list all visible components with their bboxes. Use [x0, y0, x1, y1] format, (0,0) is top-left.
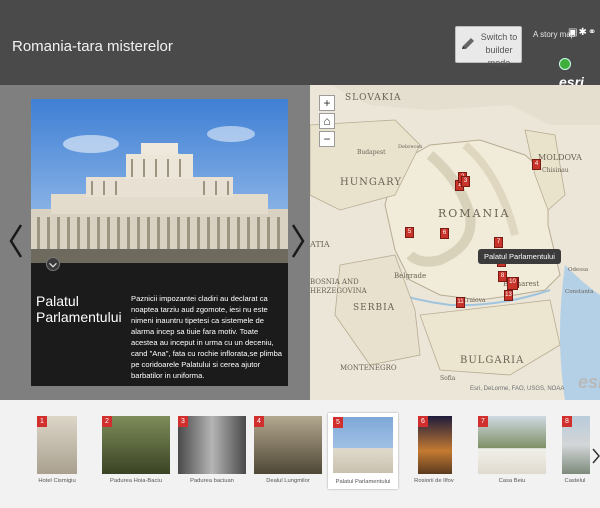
carousel-item[interactable]: 2 Padurea Hoia-Baciu — [100, 416, 172, 486]
thumbnail-image — [178, 416, 246, 474]
map-marker[interactable]: 5 — [405, 227, 414, 238]
item-caption: Padurea Hoia-Baciu — [110, 478, 162, 484]
story-panel: Palatul Parlamentului Paznicii impozante… — [31, 99, 288, 386]
map-label-debrecen: Debrecen — [398, 144, 423, 150]
carousel-next-icon[interactable] — [592, 448, 600, 464]
thumbnail-image — [254, 416, 322, 474]
zoom-out-button[interactable]: − — [319, 131, 335, 147]
thumbnail-image — [478, 416, 546, 474]
esri-map-logo: esri — [578, 372, 600, 392]
item-caption: Casa Beiu — [498, 478, 526, 484]
palace-photo — [31, 99, 288, 263]
map-label-romania: ROMANIA — [438, 207, 511, 220]
map-marker[interactable]: 6 — [440, 228, 449, 239]
carousel-item-active[interactable]: 5 Palatul Parlamentului — [328, 413, 398, 489]
item-number: 2 — [102, 416, 112, 427]
map-marker[interactable]: 3 — [461, 176, 470, 187]
map-label-belgrade: Belgrade — [394, 272, 427, 280]
carousel-item[interactable]: 3 Padurea baciuan — [176, 416, 248, 486]
map-marker[interactable]: 8 — [498, 271, 507, 282]
globe-icon — [559, 57, 571, 70]
map-label-bosnia: BOSNIA AND HERZEGOVINA — [310, 278, 367, 295]
map-marker[interactable]: 4 — [532, 159, 541, 170]
carousel-item[interactable]: 1 Hotel Cismigiu — [33, 416, 81, 486]
app-header: Romania-tara misterelor Switch to builde… — [0, 0, 600, 90]
map-marker-active[interactable]: 10 — [507, 277, 518, 290]
item-caption: Dealul Lungmilor — [266, 478, 310, 484]
map-attribution: Esri, DeLorme, FAO, USGS, NOAA — [470, 386, 565, 392]
link-icon[interactable]: ⚭ — [588, 27, 596, 38]
map-label-slovakia: SLOVAKIA — [345, 93, 402, 103]
map-label-croatia: ATIA — [310, 240, 330, 249]
map-label-hungary: HUNGARY — [340, 177, 402, 188]
item-caption: Hotel Cismigiu — [38, 478, 76, 484]
item-number: 5 — [333, 417, 343, 428]
item-number: 7 — [478, 416, 488, 427]
map-label-montenegro: MONTENEGRO — [340, 364, 397, 372]
main-area: Palatul Parlamentului Paznicii impozante… — [0, 85, 600, 400]
map-label-serbia: SERBIA — [353, 303, 396, 313]
map-marker[interactable]: 7 — [494, 237, 503, 248]
twitter-icon[interactable]: ✱ — [578, 27, 586, 38]
previous-arrow-icon[interactable] — [8, 223, 24, 259]
zoom-in-button[interactable]: + — [319, 95, 335, 111]
map-label-chisinau: Chisinau — [542, 167, 569, 174]
carousel-item[interactable]: 4 Dealul Lungmilor — [252, 416, 324, 486]
thumbnail-image — [102, 416, 170, 474]
map-label-budapest: Budapest — [357, 149, 386, 156]
map-label-constanta: Constanta — [565, 289, 594, 295]
map-label-odessa: Odessa — [568, 267, 589, 273]
map-label-moldova: MOLDOVA — [538, 153, 582, 162]
item-number: 3 — [178, 416, 188, 427]
panel-title: Palatul Parlamentului — [36, 293, 122, 325]
carousel-item[interactable]: 8 Castelul — [560, 416, 590, 486]
item-number: 6 — [418, 416, 428, 427]
story-carousel: 1 Hotel Cismigiu 2 Padurea Hoia-Baciu 3 … — [0, 400, 600, 508]
carousel-item[interactable]: 7 Casa Beiu — [476, 416, 548, 486]
chevron-down-icon — [49, 262, 57, 268]
map-tooltip: Palatul Parlamentului — [478, 249, 561, 264]
item-caption: Castelul — [564, 478, 586, 484]
map-marker[interactable]: 13 — [504, 290, 513, 301]
next-arrow-icon[interactable] — [290, 223, 306, 259]
map-view[interactable]: SLOVAKIA Budapest Debrecen HUNGARY MOLDO… — [310, 85, 600, 400]
panel-description: Paznicii impozantei cladiri au declarat … — [131, 294, 283, 380]
map-label-bulgaria: BULGARIA — [460, 355, 525, 366]
app-title: Romania-tara misterelor — [12, 38, 173, 55]
map-label-craiova: Craiova — [462, 297, 486, 304]
pencil-icon — [462, 38, 474, 49]
collapse-button[interactable] — [46, 257, 60, 271]
item-number: 1 — [37, 416, 47, 427]
home-button[interactable]: ⌂ — [319, 113, 335, 129]
builder-button-label: Switch to builder mode — [480, 32, 518, 68]
map-label-sofia: Sofia — [440, 375, 456, 382]
map-basemap — [310, 85, 600, 400]
carousel-item[interactable]: 6 Rosiorii de Ilfov — [410, 416, 458, 486]
item-number: 4 — [254, 416, 264, 427]
map-marker[interactable]: 11 — [456, 297, 465, 308]
share-icons: ▣✱⚭ — [568, 27, 597, 38]
item-caption: Padurea baciuan — [190, 478, 234, 484]
item-caption: Rosiorii de Ilfov — [414, 478, 454, 484]
item-caption: Palatul Parlamentului — [335, 479, 391, 485]
facebook-icon[interactable]: ▣ — [568, 27, 577, 38]
item-number: 8 — [562, 416, 572, 427]
switch-builder-mode-button[interactable]: Switch to builder mode — [455, 26, 522, 68]
